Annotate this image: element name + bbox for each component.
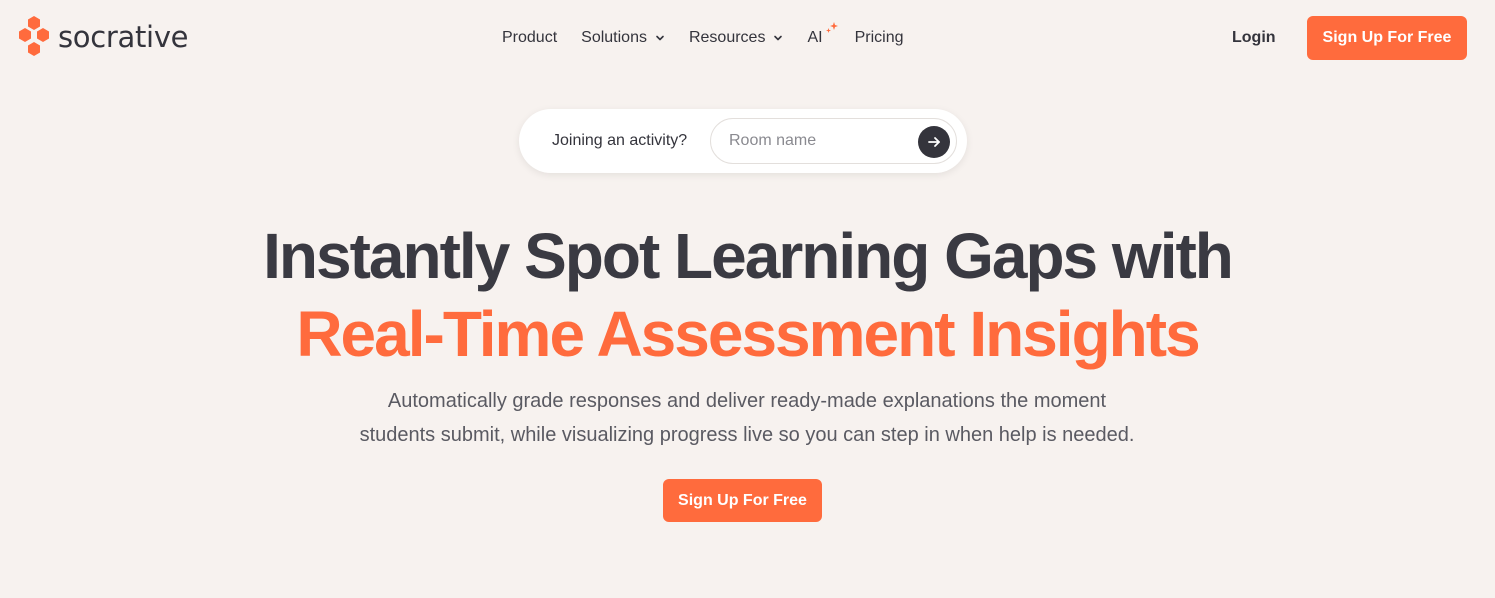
join-room-button[interactable] bbox=[918, 126, 950, 158]
nav-item-label: AI bbox=[807, 29, 823, 46]
page: socrative Product Solutions Resources AI bbox=[0, 0, 1495, 598]
nav-item-label: Pricing bbox=[854, 29, 904, 46]
hero-subtext: Automatically grade responses and delive… bbox=[297, 384, 1197, 452]
nav-item-product[interactable]: Product bbox=[502, 29, 557, 47]
nav-item-resources[interactable]: Resources bbox=[689, 29, 783, 47]
join-activity-bar: Joining an activity? bbox=[519, 109, 967, 173]
signup-button-hero[interactable]: Sign Up For Free bbox=[663, 479, 822, 522]
sparkle-icon bbox=[826, 22, 839, 33]
hero-subtext-line-1: Automatically grade responses and delive… bbox=[387, 390, 1107, 412]
nav-item-ai[interactable]: AI bbox=[807, 22, 839, 47]
signup-button-header[interactable]: Sign Up For Free bbox=[1307, 16, 1467, 60]
brand-name: socrative bbox=[58, 19, 189, 54]
join-activity-label: Joining an activity? bbox=[552, 132, 688, 149]
login-link[interactable]: Login bbox=[1232, 29, 1276, 47]
nav-item-solutions[interactable]: Solutions bbox=[581, 29, 665, 47]
chevron-down-icon bbox=[656, 35, 664, 41]
nav-item-label: Product bbox=[502, 29, 558, 46]
arrow-right-icon bbox=[928, 137, 940, 147]
main-nav: Product Solutions Resources AI Pricing bbox=[502, 22, 927, 50]
nav-item-label: Resources bbox=[688, 29, 766, 46]
room-name-input[interactable] bbox=[729, 119, 909, 163]
site-header: socrative Product Solutions Resources AI bbox=[0, 0, 1495, 76]
hero-headline-line-1: Instantly Spot Learning Gaps with bbox=[263, 220, 1234, 292]
logo[interactable]: socrative bbox=[18, 16, 189, 58]
nav-item-label: Solutions bbox=[581, 29, 647, 46]
room-name-field bbox=[710, 118, 957, 164]
hero-subtext-line-2: students submit, while visualizing progr… bbox=[359, 424, 1135, 446]
chevron-down-icon bbox=[774, 35, 783, 41]
nav-item-pricing[interactable]: Pricing bbox=[855, 29, 904, 47]
hero-headline-line-2: Real-Time Assessment Insights bbox=[296, 298, 1200, 370]
socrative-logo-icon bbox=[19, 16, 49, 56]
